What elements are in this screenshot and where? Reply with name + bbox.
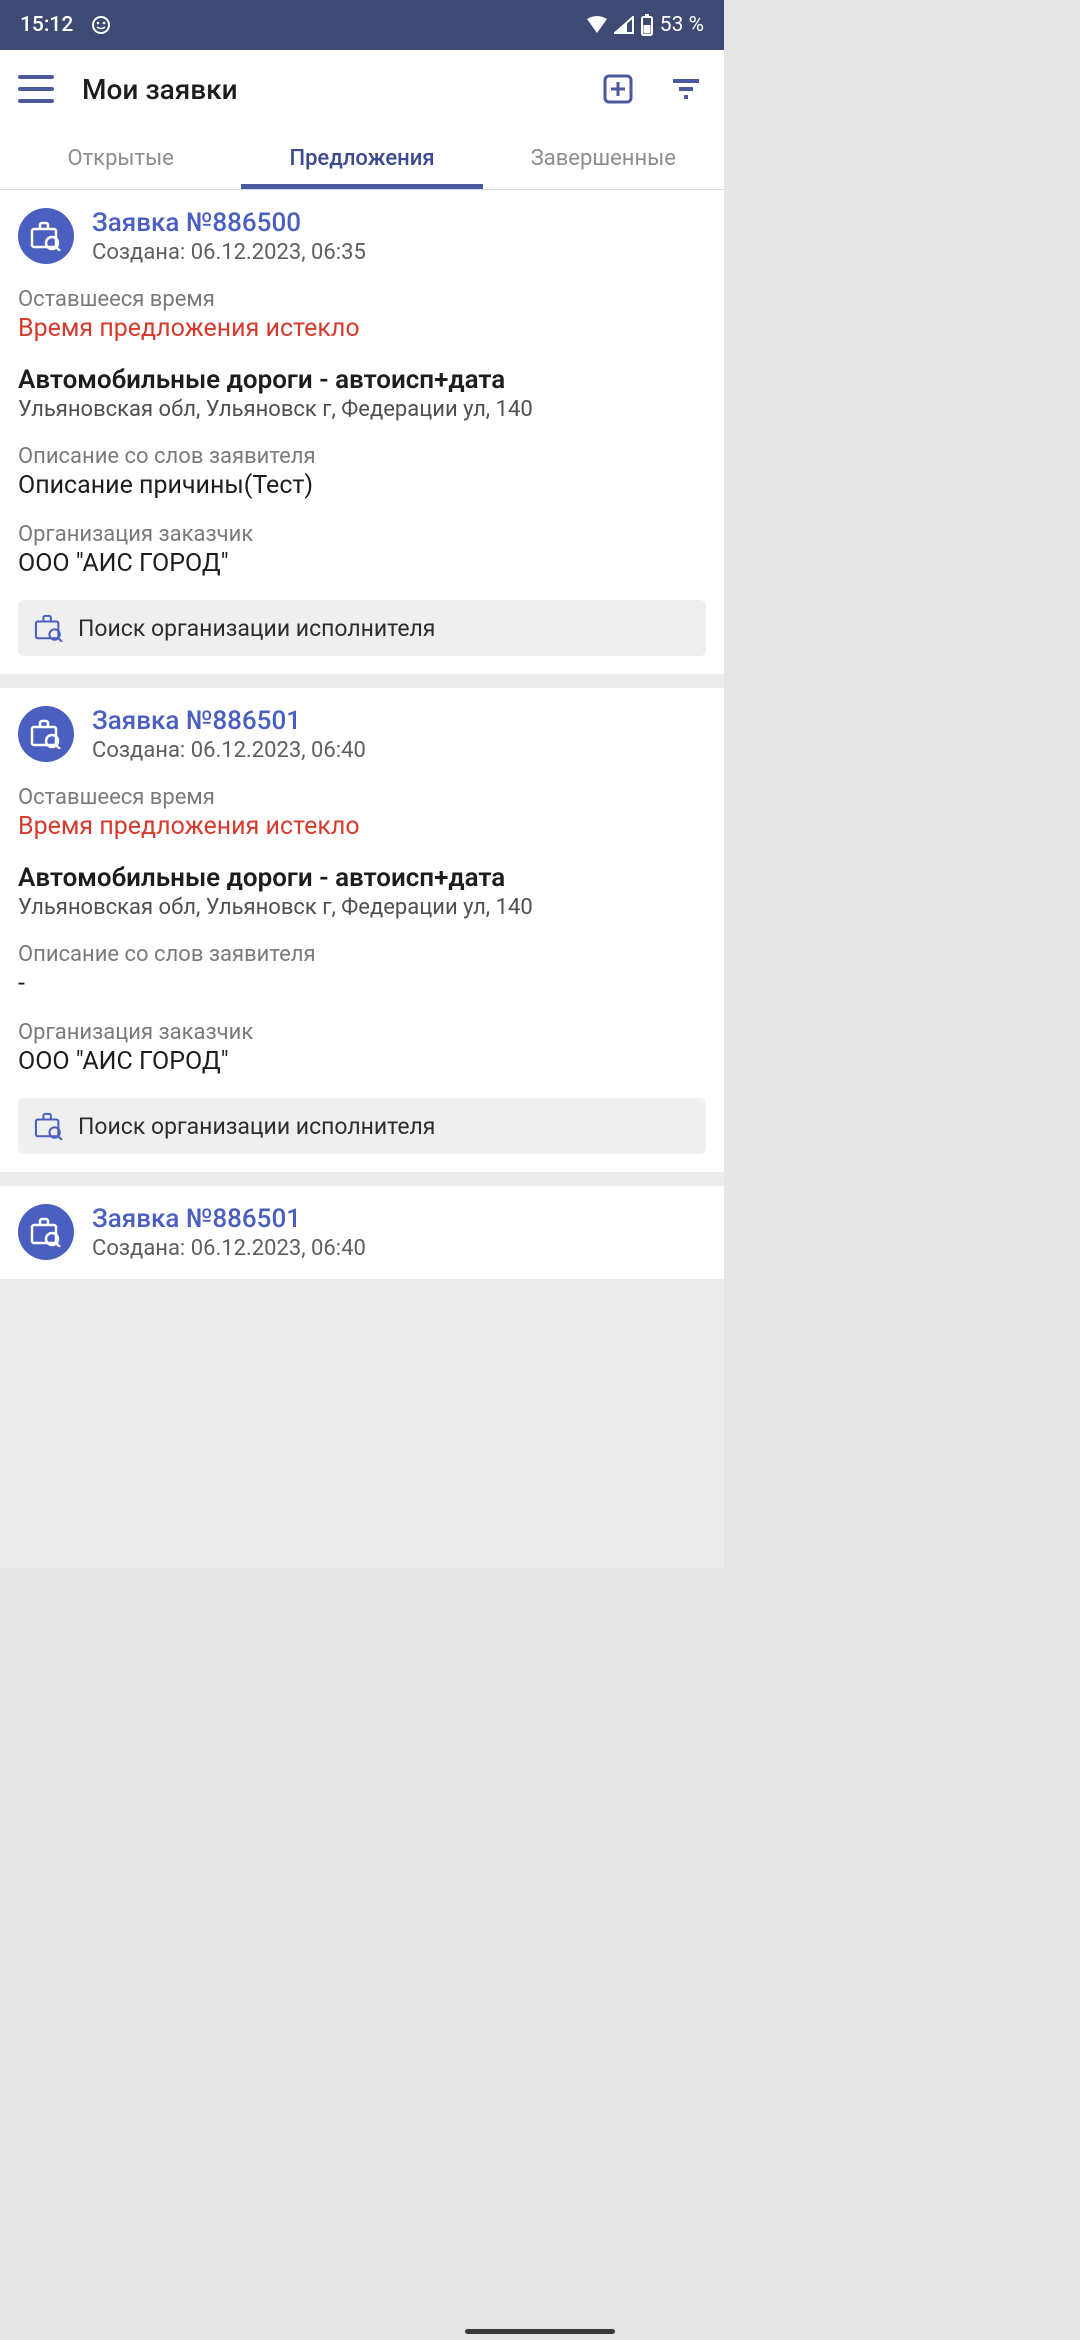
card-header-text: Заявка №886500 Создана: 06.12.2023, 06:3…	[92, 208, 366, 265]
organization-field: Организация заказчик ООО "АИС ГОРОД"	[18, 522, 706, 578]
tab-completed[interactable]: Завершенные	[483, 128, 724, 189]
description-value: Описание причины(Тест)	[18, 471, 706, 500]
description-field: Описание со слов заявителя -	[18, 942, 706, 998]
status-bar: 15:12 53 %	[0, 0, 724, 50]
description-field: Описание со слов заявителя Описание прич…	[18, 444, 706, 500]
search-case-icon	[34, 1112, 64, 1140]
request-icon	[18, 706, 74, 762]
remaining-label: Оставшееся время	[18, 287, 706, 312]
category-field: Автомобильные дороги - автоисп+дата Улья…	[18, 365, 706, 422]
request-card[interactable]: Заявка №886500 Создана: 06.12.2023, 06:3…	[0, 190, 724, 674]
card-header: Заявка №886501 Создана: 06.12.2023, 06:4…	[18, 706, 706, 763]
status-left: 15:12	[20, 13, 111, 37]
remaining-label: Оставшееся время	[18, 785, 706, 810]
request-icon	[18, 1204, 74, 1260]
remaining-value: Время предложения истекло	[18, 812, 706, 841]
request-card[interactable]: Заявка №886501 Создана: 06.12.2023, 06:4…	[0, 1186, 724, 1279]
address-value: Ульяновская обл, Ульяновск г, Федерации …	[18, 397, 706, 422]
toolbar: Мои заявки	[0, 50, 724, 128]
request-created: Создана: 06.12.2023, 06:40	[92, 738, 366, 763]
request-title: Заявка №886501	[92, 1204, 366, 1234]
tab-offers[interactable]: Предложения	[241, 128, 482, 189]
request-card[interactable]: Заявка №886501 Создана: 06.12.2023, 06:4…	[0, 688, 724, 1172]
signal-icon	[614, 16, 634, 34]
tab-open[interactable]: Открытые	[0, 128, 241, 189]
content-scroll[interactable]: Заявка №886500 Создана: 06.12.2023, 06:3…	[0, 190, 724, 1568]
description-label: Описание со слов заявителя	[18, 942, 706, 967]
organization-label: Организация заказчик	[18, 1020, 706, 1045]
request-title: Заявка №886500	[92, 208, 366, 238]
request-title: Заявка №886501	[92, 706, 366, 736]
battery-text: 53 %	[660, 13, 704, 37]
request-icon	[18, 208, 74, 264]
wifi-icon	[586, 16, 608, 34]
category-value: Автомобильные дороги - автоисп+дата	[18, 365, 706, 395]
request-created: Создана: 06.12.2023, 06:40	[92, 1236, 366, 1261]
find-executor-button[interactable]: Поиск организации исполнителя	[18, 1098, 706, 1154]
find-executor-label: Поиск организации исполнителя	[78, 615, 435, 642]
card-header-text: Заявка №886501 Создана: 06.12.2023, 06:4…	[92, 706, 366, 763]
remaining-field: Оставшееся время Время предложения истек…	[18, 785, 706, 841]
add-button[interactable]	[598, 69, 638, 109]
remaining-field: Оставшееся время Время предложения истек…	[18, 287, 706, 343]
find-executor-button[interactable]: Поиск организации исполнителя	[18, 600, 706, 656]
address-value: Ульяновская обл, Ульяновск г, Федерации …	[18, 895, 706, 920]
page-title: Мои заявки	[82, 73, 238, 106]
filter-button[interactable]	[666, 69, 706, 109]
organization-field: Организация заказчик ООО "АИС ГОРОД"	[18, 1020, 706, 1076]
card-header: Заявка №886500 Создана: 06.12.2023, 06:3…	[18, 208, 706, 265]
status-right: 53 %	[586, 13, 704, 37]
request-created: Создана: 06.12.2023, 06:35	[92, 240, 366, 265]
tabs: Открытые Предложения Завершенные	[0, 128, 724, 190]
menu-button[interactable]	[18, 75, 54, 103]
remaining-value: Время предложения истекло	[18, 314, 706, 343]
home-indicator	[465, 2329, 615, 2334]
organization-value: ООО "АИС ГОРОД"	[18, 1047, 706, 1076]
description-label: Описание со слов заявителя	[18, 444, 706, 469]
screen: 15:12 53 % Мои заявки	[0, 0, 724, 1568]
status-clock: 15:12	[20, 13, 73, 37]
category-field: Автомобильные дороги - автоисп+дата Улья…	[18, 863, 706, 920]
tab-indicator	[241, 184, 482, 189]
card-header-text: Заявка №886501 Создана: 06.12.2023, 06:4…	[92, 1204, 366, 1261]
app-indicator-icon	[91, 15, 111, 35]
description-value: -	[18, 969, 706, 998]
organization-value: ООО "АИС ГОРОД"	[18, 549, 706, 578]
search-case-icon	[34, 614, 64, 642]
organization-label: Организация заказчик	[18, 522, 706, 547]
find-executor-label: Поиск организации исполнителя	[78, 1113, 435, 1140]
battery-icon	[640, 14, 654, 36]
card-header: Заявка №886501 Создана: 06.12.2023, 06:4…	[18, 1204, 706, 1261]
category-value: Автомобильные дороги - автоисп+дата	[18, 863, 706, 893]
